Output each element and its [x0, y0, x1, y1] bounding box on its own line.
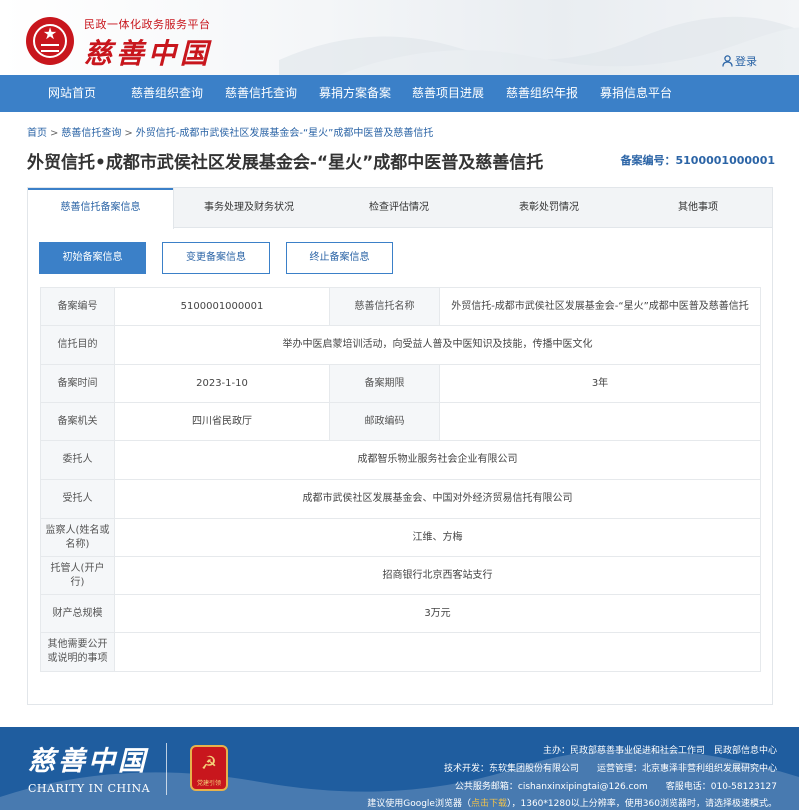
- nav-project-progress[interactable]: 慈善项目进展: [412, 75, 484, 112]
- tab-other-matters[interactable]: 其他事项: [624, 188, 772, 228]
- user-icon: [722, 55, 733, 67]
- footer-browser-tip: 建议使用Google浏览器（点击下载），1360*1280以上分辨率，使用360…: [367, 796, 777, 809]
- trustee-label: 受托人: [40, 479, 115, 519]
- header-decoration: [279, 16, 799, 75]
- breadcrumb-trust-query[interactable]: 慈善信托查询: [61, 128, 121, 139]
- nav-annual-report[interactable]: 慈善组织年报: [506, 75, 578, 112]
- other-matters-value: [114, 632, 761, 672]
- supervisor-label: 监察人(姓名或名称): [40, 518, 115, 557]
- download-link[interactable]: 点击下载: [471, 799, 507, 809]
- breadcrumb-home[interactable]: 首页: [27, 128, 47, 139]
- filing-term-label: 备案期限: [329, 364, 440, 403]
- page-title: 外贸信托•成都市武侯社区发展基金会-“星火”成都中医普及慈善信托: [27, 153, 544, 173]
- party-building-badge-icon[interactable]: ☭ 党建引领: [190, 745, 228, 791]
- table-row: 财产总规模 3万元: [40, 594, 761, 633]
- authority-label: 备案机关: [40, 402, 115, 441]
- table-row: 备案时间 2023-1-10 备案期限 3年: [40, 364, 761, 403]
- footer-developer: 技术开发：东软集团股份有限公司 运营管理：北京惠泽非营利组织发展研究中心: [443, 764, 777, 774]
- footer-logo-english: CHARITY IN CHINA: [28, 782, 151, 795]
- login-link[interactable]: 登录: [722, 53, 757, 69]
- browser-tip-text: 建议使用Google浏览器（: [367, 799, 471, 809]
- filing-time-label: 备案时间: [40, 364, 115, 403]
- footer-divider: [166, 743, 167, 795]
- termination-filing-button[interactable]: 终止备案信息: [286, 242, 393, 274]
- settlor-value: 成都智乐物业服务社会企业有限公司: [114, 440, 761, 480]
- site-footer: 慈善中国 CHARITY IN CHINA ☭ 党建引领 主办：民政部慈善事业促…: [0, 727, 799, 810]
- tab-rewards-penalties[interactable]: 表彰处罚情况: [474, 188, 624, 228]
- table-row: 信托目的 举办中医启蒙培训活动，向受益人普及中医知识及技能，传播中医文化: [40, 325, 761, 365]
- settlor-label: 委托人: [40, 440, 115, 480]
- footer-sponsor: 主办：民政部慈善事业促进和社会工作司 民政部信息中心: [542, 746, 777, 756]
- detail-card: 慈善信托备案信息 事务处理及财务状况 检查评估情况 表彰处罚情况 其他事项 初始…: [27, 187, 773, 705]
- main-nav: 网站首页 慈善组织查询 慈善信托查询 募捐方案备案 慈善项目进展 慈善组织年报 …: [0, 75, 799, 112]
- other-matters-label: 其他需要公开或说明的事项: [40, 632, 115, 672]
- trust-name-label: 慈善信托名称: [329, 287, 440, 326]
- breadcrumb-current[interactable]: 外贸信托-成都市武侯社区发展基金会-“星火”成都中医普及慈善信托: [136, 128, 434, 139]
- badge-label: 党建引领: [196, 780, 221, 787]
- assets-label: 财产总规模: [40, 594, 115, 633]
- table-row: 受托人 成都市武侯社区发展基金会、中国对外经济贸易信托有限公司: [40, 479, 761, 519]
- postcode-label: 邮政编码: [329, 402, 440, 441]
- table-row: 其他需要公开或说明的事项: [40, 632, 761, 672]
- breadcrumb: 首页 > 慈善信托查询 > 外贸信托-成都市武侯社区发展基金会-“星火”成都中医普及慈善…: [27, 124, 433, 139]
- tab-filing-info[interactable]: 慈善信托备案信息: [28, 188, 174, 229]
- nav-trust-query[interactable]: 慈善信托查询: [225, 75, 297, 112]
- supervisor-value: 江维、方梅: [114, 518, 761, 557]
- tab-affairs-finance[interactable]: 事务处理及财务状况: [174, 188, 324, 228]
- purpose-label: 信托目的: [40, 325, 115, 365]
- record-number: 备案编号：5100001000001: [620, 154, 776, 167]
- site-subtitle: 民政一体化政务服务平台: [84, 18, 211, 31]
- trustee-value: 成都市武侯社区发展基金会、中国对外经济贸易信托有限公司: [114, 479, 761, 519]
- breadcrumb-separator: >: [124, 128, 133, 139]
- trust-name-value: 外贸信托-成都市武侯社区发展基金会-“星火”成都中医普及慈善信托: [439, 287, 761, 326]
- purpose-value: 举办中医启蒙培训活动，向受益人普及中医知识及技能，传播中医文化: [114, 325, 761, 365]
- custodian-value: 招商银行北京西客站支行: [114, 556, 761, 595]
- tab-bar: 慈善信托备案信息 事务处理及财务状况 检查评估情况 表彰处罚情况 其他事项: [28, 188, 772, 229]
- record-no-label: 备案编号: [40, 287, 115, 326]
- breadcrumb-separator: >: [50, 128, 59, 139]
- custodian-label: 托管人(开户行): [40, 556, 115, 595]
- nav-org-query[interactable]: 慈善组织查询: [131, 75, 203, 112]
- nav-fundraising-filing[interactable]: 募捐方案备案: [319, 75, 391, 112]
- table-row: 备案编号 5100001000001 慈善信托名称 外贸信托-成都市武侯社区发展…: [40, 287, 761, 326]
- authority-value: 四川省民政厅: [114, 402, 330, 441]
- login-label: 登录: [735, 55, 757, 68]
- filing-term-value: 3年: [439, 364, 761, 403]
- nav-home[interactable]: 网站首页: [48, 75, 96, 112]
- filing-time-value: 2023-1-10: [114, 364, 330, 403]
- charity-emblem-icon[interactable]: ★: [26, 17, 74, 65]
- site-header: ★ 民政一体化政务服务平台 慈善中国 登录: [0, 0, 799, 75]
- change-filing-button[interactable]: 变更备案信息: [162, 242, 270, 274]
- assets-value: 3万元: [114, 594, 761, 633]
- table-row: 备案机关 四川省民政厅 邮政编码: [40, 402, 761, 441]
- footer-logo: 慈善中国: [28, 746, 148, 777]
- table-row: 监察人(姓名或名称) 江维、方梅: [40, 518, 761, 557]
- postcode-value: [439, 402, 761, 441]
- record-no-value: 5100001000001: [114, 287, 330, 326]
- filing-info-table: 备案编号 5100001000001 慈善信托名称 外贸信托-成都市武侯社区发展…: [40, 287, 761, 672]
- tab-inspection[interactable]: 检查评估情况: [324, 188, 474, 228]
- nav-fundraising-platform[interactable]: 募捐信息平台: [600, 75, 672, 112]
- site-logo-title[interactable]: 慈善中国: [84, 32, 212, 72]
- initial-filing-button[interactable]: 初始备案信息: [39, 242, 146, 274]
- footer-contact: 公共服务邮箱：cishanxinxipingtai@126.com 客服电话：0…: [454, 782, 777, 792]
- table-row: 委托人 成都智乐物业服务社会企业有限公司: [40, 440, 761, 480]
- browser-tip-text-2: ），1360*1280以上分辨率，使用360浏览器时，请选择极速模式。: [507, 799, 777, 809]
- table-row: 托管人(开户行) 招商银行北京西客站支行: [40, 556, 761, 595]
